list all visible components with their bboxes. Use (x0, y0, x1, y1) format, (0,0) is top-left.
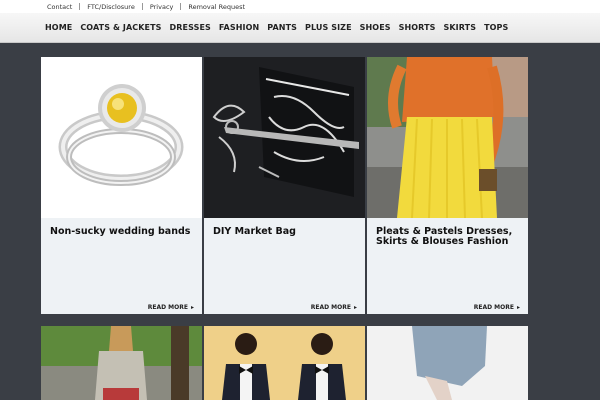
read-more-label: READ MORE (473, 304, 514, 311)
privacy-link[interactable]: Privacy (150, 3, 174, 11)
separator (79, 3, 81, 10)
nav-dresses[interactable]: DRESSES (170, 23, 211, 32)
post-thumbnail-twins-bowties[interactable] (204, 326, 365, 400)
post-thumbnail-denim-legs[interactable] (367, 326, 528, 400)
nav-plus-size[interactable]: PLUS SIZE (305, 23, 352, 32)
read-more-link[interactable]: READ MORE ▸ (148, 304, 194, 311)
post-title[interactable]: Non-sucky wedding bands (50, 227, 195, 237)
nav-shoes[interactable]: SHOES (360, 23, 391, 32)
nav-tops[interactable]: TOPS (484, 23, 508, 32)
separator (141, 3, 143, 10)
arrow-right-icon: ▸ (516, 304, 520, 311)
post-card[interactable]: Pleats & Pastels Dresses, Skirts & Blous… (367, 57, 528, 314)
removal-request-link[interactable]: Removal Request (188, 3, 245, 11)
nav-pants[interactable]: PANTS (267, 23, 297, 32)
read-more-label: READ MORE (310, 304, 351, 311)
ftc-disclosure-link[interactable]: FTC/Disclosure (87, 3, 135, 11)
nav-fashion[interactable]: FASHION (219, 23, 259, 32)
separator (180, 3, 182, 10)
nav-shorts[interactable]: SHORTS (399, 23, 436, 32)
nav-home[interactable]: HOME (45, 23, 72, 32)
nav-skirts[interactable]: SKIRTS (444, 23, 477, 32)
read-more-link[interactable]: READ MORE ▸ (474, 304, 520, 311)
read-more-label: READ MORE (147, 304, 188, 311)
nav-coats-jackets[interactable]: COATS & JACKETS (80, 23, 161, 32)
contact-link[interactable]: Contact (47, 3, 72, 11)
post-thumbnail-ring[interactable] (41, 57, 202, 218)
post-title[interactable]: Pleats & Pastels Dresses, Skirts & Blous… (376, 227, 521, 247)
main-nav: HOME COATS & JACKETS DRESSES FASHION PAN… (0, 13, 600, 43)
top-links-bar: Contact FTC/Disclosure Privacy Removal R… (0, 0, 600, 13)
post-title[interactable]: DIY Market Bag (213, 227, 358, 237)
post-thumbnail-pleats-pastels[interactable] (367, 57, 528, 218)
arrow-right-icon: ▸ (353, 304, 357, 311)
post-thumbnail-girl-park[interactable] (41, 326, 202, 400)
arrow-right-icon: ▸ (190, 304, 194, 311)
post-thumbnail-market-bag[interactable] (204, 57, 365, 218)
post-card[interactable]: DIY Market Bag READ MORE ▸ (204, 57, 365, 314)
read-more-link[interactable]: READ MORE ▸ (311, 304, 357, 311)
post-card[interactable]: Non-sucky wedding bands READ MORE ▸ (41, 57, 202, 314)
